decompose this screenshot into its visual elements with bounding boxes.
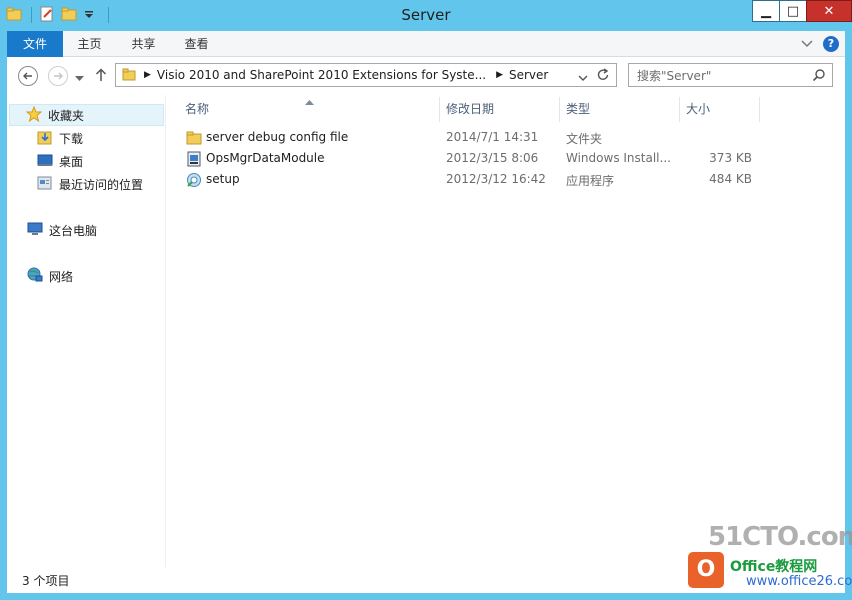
nav-label: 下载 — [59, 131, 84, 146]
nav-item-downloads[interactable]: 下载 — [37, 127, 83, 149]
search-input[interactable]: 搜索"Server" — [628, 63, 833, 87]
folder-icon — [186, 130, 202, 149]
star-icon — [25, 105, 43, 125]
help-icon[interactable]: ? — [823, 36, 839, 52]
forward-button[interactable] — [48, 66, 68, 86]
nav-item-desktop[interactable]: 桌面 — [37, 150, 83, 172]
tab-share[interactable]: 共享 — [117, 31, 170, 57]
nav-label: 桌面 — [59, 154, 84, 169]
file-row[interactable]: OpsMgrDataModule 2012/3/15 8:06 Windows … — [179, 148, 759, 169]
address-dropdown-icon[interactable] — [578, 71, 588, 85]
desktop-icon — [37, 152, 53, 171]
nav-label: 最近访问的位置 — [59, 177, 144, 192]
column-header-size[interactable]: 大小 — [680, 97, 760, 122]
file-date: 2014/7/1 14:31 — [446, 130, 539, 144]
file-date: 2012/3/12 16:42 — [446, 172, 546, 186]
breadcrumb-current[interactable]: Server — [509, 68, 548, 82]
forward-arrow-icon — [54, 72, 63, 80]
breadcrumb-chevron-icon[interactable]: ▶ — [496, 70, 503, 80]
column-header-name[interactable]: 名称 — [179, 97, 440, 122]
tab-view[interactable]: 查看 — [170, 31, 223, 57]
network-icon — [27, 267, 43, 286]
watermark-51cto: 51CTO.com — [708, 522, 852, 552]
column-header-date[interactable]: 修改日期 — [440, 97, 560, 122]
watermark-office-jiaocheng: Office教程网 — [730, 559, 818, 575]
back-button[interactable] — [18, 66, 38, 86]
refresh-icon[interactable] — [596, 68, 610, 85]
navigation-pane: 收藏夹 下载 桌面 最近访问的位置 这台电脑 网络 — [7, 95, 166, 567]
file-date: 2012/3/15 8:06 — [446, 151, 539, 165]
downloads-icon — [37, 129, 53, 148]
nav-item-favorites[interactable]: 收藏夹 — [9, 104, 164, 126]
file-type: 应用程序 — [566, 174, 615, 188]
ribbon-right-controls: ? — [801, 36, 839, 52]
file-list-pane: 名称 修改日期 类型 大小 server debug config file 2… — [167, 95, 845, 567]
chevron-down-icon[interactable] — [801, 37, 813, 51]
title-bar[interactable]: Server ▁ □ ✕ — [0, 0, 852, 31]
address-bar-row: ▶ Visio 2010 and SharePoint 2010 Extensi… — [7, 57, 845, 95]
recent-locations-icon[interactable] — [75, 71, 84, 85]
content-area: 收藏夹 下载 桌面 最近访问的位置 这台电脑 网络 名称 修改日期 类型 大小 … — [7, 95, 845, 567]
maximize-button[interactable]: □ — [779, 0, 807, 22]
breadcrumb-parent[interactable]: Visio 2010 and SharePoint 2010 Extension… — [157, 68, 486, 82]
file-name: OpsMgrDataModule — [206, 151, 325, 165]
file-size: 484 KB — [709, 172, 752, 186]
search-icon[interactable] — [812, 68, 826, 85]
office-logo-icon: O — [688, 552, 724, 588]
computer-icon — [27, 221, 43, 240]
nav-item-recent[interactable]: 最近访问的位置 — [37, 173, 143, 195]
window-title: Server — [401, 6, 451, 24]
breadcrumb-chevron-icon[interactable]: ▶ — [144, 70, 151, 80]
file-name: server debug config file — [206, 130, 349, 144]
file-row[interactable]: setup 2012/3/12 16:42 应用程序 484 KB — [179, 169, 759, 190]
nav-item-this-pc[interactable]: 这台电脑 — [27, 219, 97, 241]
column-header-type[interactable]: 类型 — [560, 97, 680, 122]
close-button[interactable]: ✕ — [806, 0, 852, 22]
file-row[interactable]: server debug config file 2014/7/1 14:31 … — [179, 127, 759, 148]
explorer-window: Server ▁ □ ✕ 文件 主页 共享 查看 ? ▶ Visio 2010 … — [0, 0, 852, 600]
nav-label: 收藏夹 — [48, 108, 85, 123]
ribbon-tabs: 文件 主页 共享 查看 ? — [7, 31, 845, 57]
tab-home[interactable]: 主页 — [63, 31, 116, 57]
up-arrow-icon[interactable] — [95, 68, 107, 85]
minimize-button[interactable]: ▁ — [752, 0, 780, 22]
folder-icon — [122, 67, 136, 84]
address-field[interactable]: ▶ Visio 2010 and SharePoint 2010 Extensi… — [115, 63, 617, 87]
nav-label: 网络 — [49, 269, 74, 284]
file-name: setup — [206, 172, 240, 186]
file-type: 文件夹 — [566, 132, 603, 146]
setup-icon — [186, 172, 202, 191]
item-count: 3 个项目 — [22, 574, 70, 588]
recent-places-icon — [37, 175, 53, 194]
tab-file[interactable]: 文件 — [7, 31, 63, 57]
watermark-url: www.office26.com — [746, 574, 852, 589]
installer-icon — [186, 151, 202, 170]
file-size: 373 KB — [709, 151, 752, 165]
nav-item-network[interactable]: 网络 — [27, 265, 73, 287]
window-controls: ▁ □ ✕ — [752, 0, 852, 22]
search-placeholder: 搜索"Server" — [637, 68, 712, 83]
back-arrow-icon — [23, 72, 32, 80]
nav-label: 这台电脑 — [49, 223, 98, 238]
file-type: Windows Install... — [566, 151, 671, 165]
